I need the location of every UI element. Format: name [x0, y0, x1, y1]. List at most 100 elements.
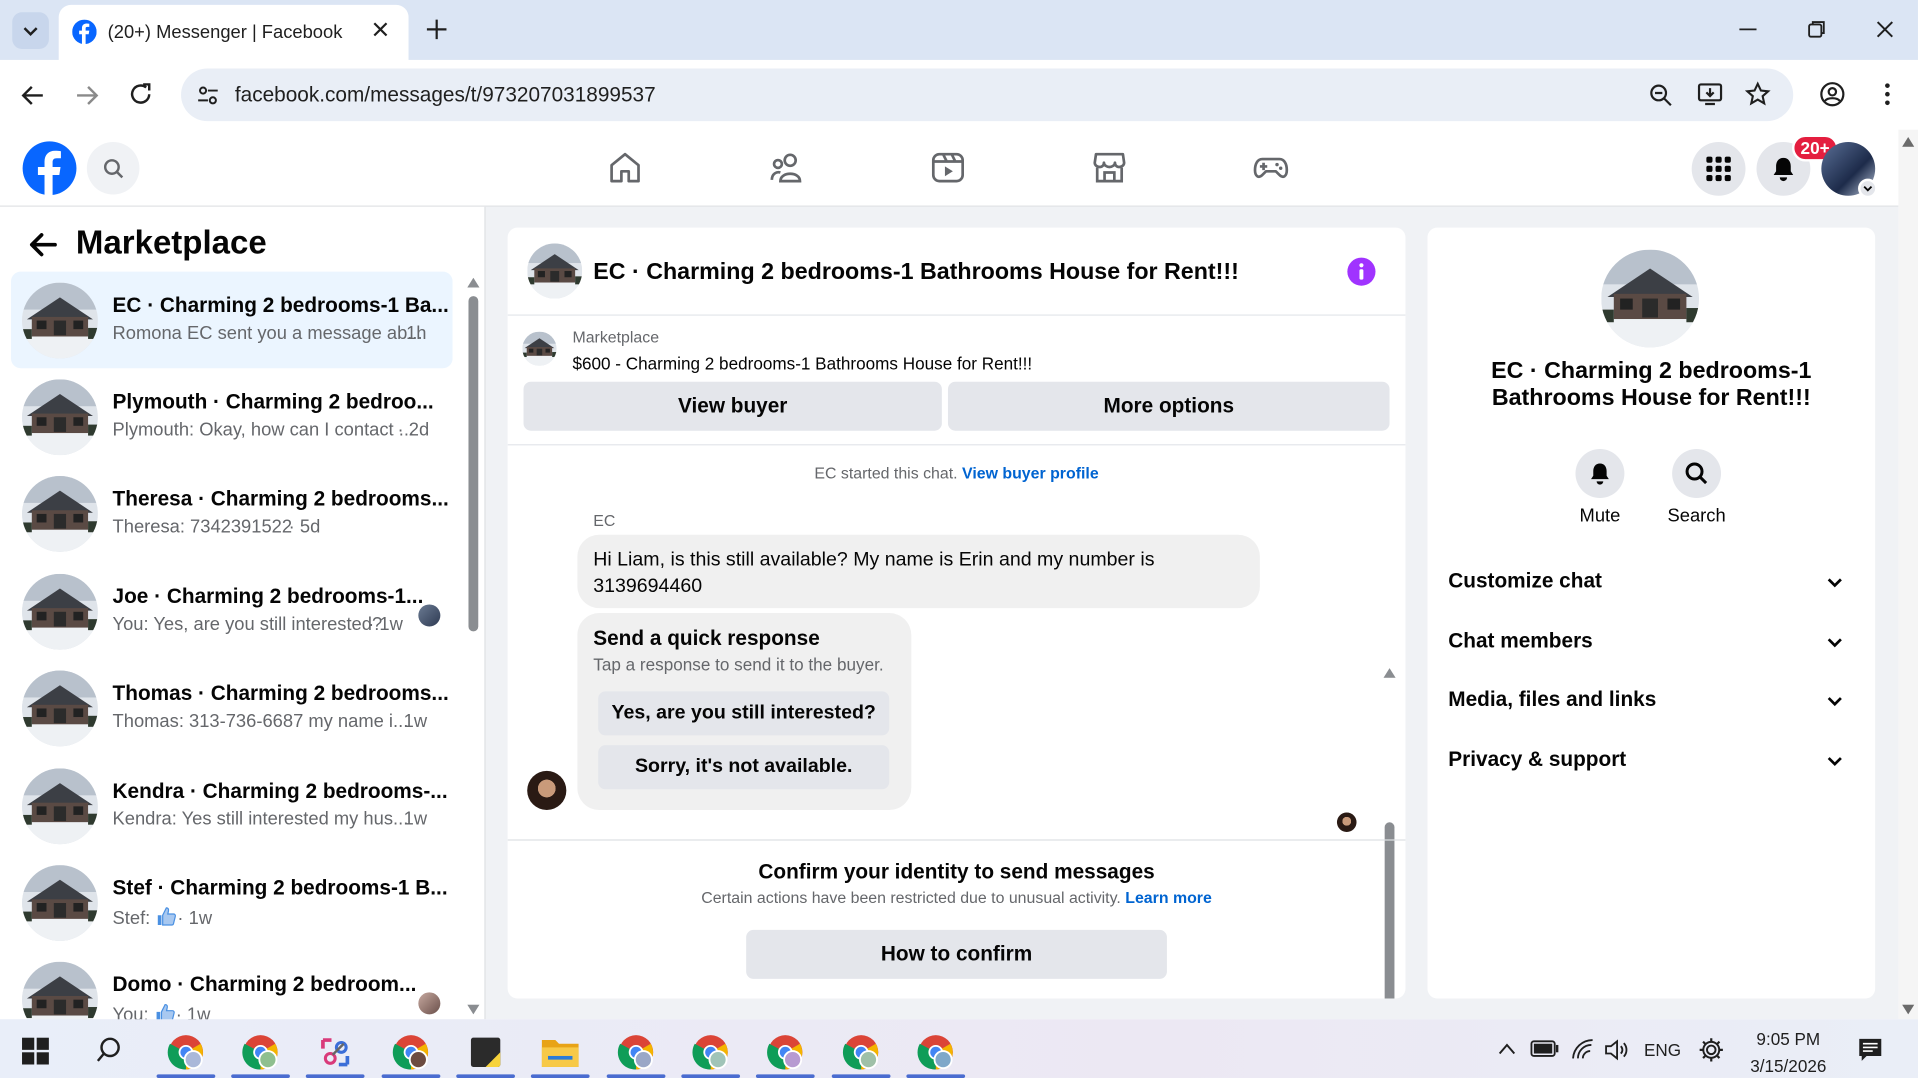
conversation-time: · 1w — [368, 614, 403, 636]
chat-details-avatar[interactable] — [1601, 250, 1699, 348]
input-language[interactable]: ENG — [1644, 1040, 1681, 1060]
sticky-notes-app-icon[interactable] — [451, 1027, 519, 1078]
chrome-profile-app-icon[interactable] — [676, 1027, 744, 1078]
minimize-icon[interactable] — [1736, 17, 1760, 41]
site-settings-icon[interactable] — [196, 83, 220, 107]
info-icon[interactable] — [1347, 257, 1376, 286]
bell-icon — [1591, 463, 1609, 485]
install-app-icon[interactable] — [1697, 81, 1724, 108]
chrome-profile-app-icon[interactable] — [827, 1027, 895, 1078]
listing-thumbnail[interactable] — [522, 332, 556, 366]
clock-time: 9:05 PM — [1756, 1029, 1821, 1049]
tab-search-button[interactable] — [12, 12, 49, 49]
conversation-preview: Stef: · 1w — [113, 905, 212, 929]
chat-details-panel: EC · Charming 2 bedrooms-1 Bathrooms Hou… — [1427, 227, 1876, 999]
conversation-item[interactable]: Joe · Charming 2 bedrooms-1... You: Yes,… — [11, 563, 453, 660]
restore-icon[interactable] — [1804, 17, 1828, 41]
friends-icon[interactable] — [768, 149, 805, 186]
scroll-up-icon[interactable] — [467, 277, 480, 288]
facebook-search-button[interactable] — [86, 141, 140, 195]
scrollbar-thumb[interactable] — [468, 296, 479, 632]
view-buyer-profile-link[interactable]: View buyer profile — [962, 464, 1099, 482]
video-icon[interactable] — [930, 149, 967, 186]
listing-thumbnail — [22, 282, 98, 359]
listing-thumbnail — [22, 379, 98, 456]
page-scrollbar[interactable] — [1898, 129, 1918, 1020]
browser-menu-icon[interactable] — [1875, 81, 1899, 108]
chat-listing-avatar[interactable] — [527, 243, 582, 298]
profile-icon[interactable] — [1819, 81, 1846, 108]
section-label: Customize chat — [1448, 568, 1602, 593]
quick-response-sorry-button[interactable]: Sorry, it's not available. — [598, 745, 890, 790]
how-to-confirm-button[interactable]: How to confirm — [746, 929, 1167, 979]
quick-response-yes-button[interactable]: Yes, are you still interested? — [598, 691, 890, 736]
conversation-item[interactable]: Thomas · Charming 2 bedrooms... Thomas: … — [11, 660, 453, 757]
chrome-profile-app-icon[interactable] — [226, 1027, 294, 1078]
conversation-time: · 2d — [397, 419, 430, 441]
learn-more-link[interactable]: Learn more — [1125, 888, 1212, 906]
reload-icon[interactable] — [127, 81, 154, 108]
more-options-button[interactable]: More options — [947, 381, 1390, 431]
listing-price[interactable]: $600 - Charming 2 bedrooms-1 Bathrooms H… — [572, 354, 1032, 374]
search-in-chat-button[interactable]: Search — [1660, 449, 1733, 526]
menu-button[interactable] — [1691, 141, 1746, 196]
sender-avatar[interactable] — [527, 770, 567, 811]
account-menu-chevron[interactable] — [1858, 178, 1878, 199]
scroll-up-icon[interactable] — [1383, 668, 1396, 678]
snipping-tool-app-icon[interactable] — [301, 1027, 369, 1078]
gaming-icon[interactable] — [1253, 149, 1290, 186]
conversation-time: · 5d — [288, 516, 321, 538]
windows-start-icon[interactable] — [22, 1037, 49, 1065]
taskbar-search-icon[interactable] — [95, 1036, 122, 1063]
conversation-time: 1h — [406, 323, 427, 344]
chrome-profile-app-icon[interactable] — [901, 1027, 969, 1078]
system-clock[interactable]: 9:05 PM 3/15/2026 — [1737, 1025, 1840, 1078]
scroll-down-icon[interactable] — [467, 1004, 480, 1015]
mute-label: Mute — [1579, 505, 1621, 527]
browser-tab[interactable]: (20+) Messenger | Facebook — [58, 4, 409, 60]
zoom-icon[interactable] — [1648, 82, 1675, 109]
bookmark-star-icon[interactable] — [1744, 81, 1771, 108]
settings-gear-icon[interactable] — [1698, 1036, 1725, 1063]
view-buyer-button[interactable]: View buyer — [523, 381, 942, 431]
file-explorer-app-icon[interactable] — [526, 1027, 594, 1078]
sender-name: EC — [593, 511, 616, 530]
forward-icon[interactable] — [73, 82, 100, 109]
facebook-logo-icon[interactable] — [22, 141, 77, 196]
message-bubble[interactable]: Hi Liam, is this still available? My nam… — [577, 534, 1260, 609]
address-bar[interactable]: facebook.com/messages/t/973207031899537 — [181, 68, 1794, 122]
home-icon[interactable] — [607, 149, 644, 186]
confirm-description: Certain actions have been restricted due… — [508, 888, 1406, 906]
scroll-down-icon[interactable] — [1902, 1004, 1915, 1015]
volume-icon[interactable] — [1604, 1039, 1631, 1061]
url-text[interactable]: facebook.com/messages/t/973207031899537 — [235, 83, 656, 107]
conversation-item[interactable]: Kendra · Charming 2 bedrooms-... Kendra:… — [11, 757, 453, 854]
chrome-profile-app-icon[interactable] — [751, 1027, 819, 1078]
conversation-item[interactable]: Stef · Charming 2 bedrooms-1 B... Stef: … — [11, 854, 453, 951]
mute-button[interactable]: Mute — [1563, 449, 1636, 526]
marketplace-icon[interactable] — [1091, 149, 1128, 186]
scroll-up-icon[interactable] — [1902, 137, 1915, 147]
battery-icon[interactable] — [1530, 1040, 1559, 1057]
chrome-profile-app-icon[interactable] — [377, 1027, 445, 1078]
notification-center-icon[interactable] — [1857, 1036, 1884, 1063]
back-arrow-icon[interactable] — [27, 230, 59, 259]
new-tab-icon[interactable] — [423, 16, 450, 43]
chrome-profile-app-icon[interactable] — [152, 1027, 220, 1078]
back-icon[interactable] — [20, 82, 47, 109]
customize-chat-section[interactable]: Customize chat — [1448, 558, 1858, 607]
chrome-profile-app-icon[interactable] — [602, 1027, 670, 1078]
conversation-item[interactable]: Plymouth · Charming 2 bedroo... Plymouth… — [11, 368, 453, 465]
conversation-item[interactable]: Theresa · Charming 2 bedrooms... Theresa… — [11, 465, 453, 562]
close-window-icon[interactable] — [1873, 17, 1897, 41]
apps-grid-icon — [1706, 156, 1731, 182]
chat-members-section[interactable]: Chat members — [1448, 618, 1858, 667]
wifi-icon[interactable] — [1571, 1038, 1595, 1060]
chevron-up-icon[interactable] — [1497, 1041, 1517, 1056]
conversation-item[interactable]: EC · Charming 2 bedrooms-1 Ba... Romona … — [11, 271, 453, 369]
tab-title: (20+) Messenger | Facebook — [107, 22, 343, 43]
privacy-support-section[interactable]: Privacy & support — [1448, 737, 1858, 786]
media-files-links-section[interactable]: Media, files and links — [1448, 677, 1858, 726]
chat-title[interactable]: EC · Charming 2 bedrooms-1 Bathrooms Hou… — [593, 259, 1239, 286]
close-tab-icon[interactable] — [371, 20, 391, 40]
